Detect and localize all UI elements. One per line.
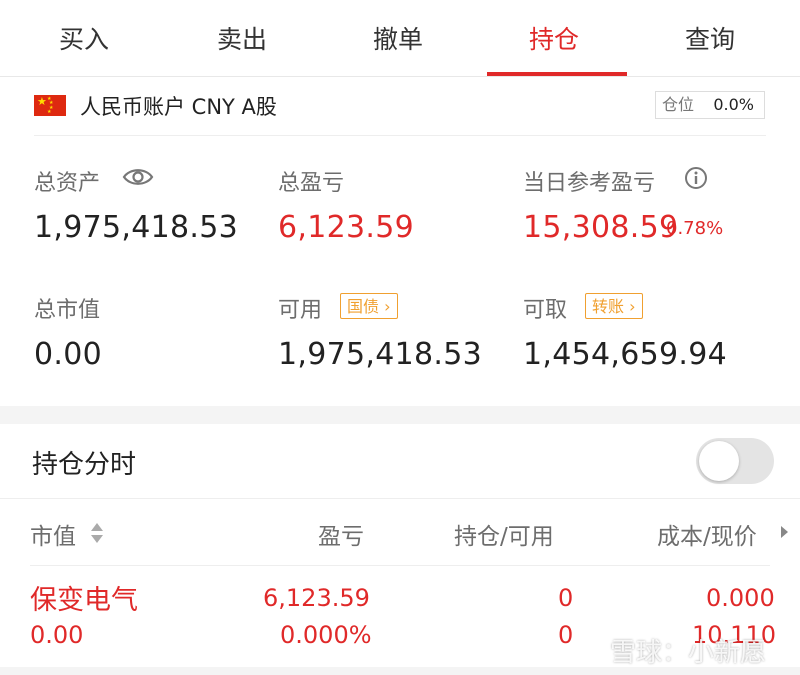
eye-icon[interactable] <box>122 165 154 189</box>
account-name: 人民币账户 CNY A股 <box>80 95 277 119</box>
treasury-bond-tag[interactable]: 国债 › <box>340 293 398 319</box>
stock-cost: 0.000 <box>706 584 775 612</box>
column-header-cost-price: 成本/现价 <box>657 524 757 550</box>
tab-cancel[interactable]: 撤单 <box>318 0 478 76</box>
daily-pnl-value: 15,308.59 <box>523 210 679 245</box>
withdrawable-label: 可取 <box>523 298 568 323</box>
chevron-right-icon: › <box>629 297 636 316</box>
daily-pnl-label: 当日参考盈亏 <box>523 171 656 196</box>
stock-available: 0 <box>558 621 574 649</box>
tab-query[interactable]: 查询 <box>630 0 790 76</box>
tab-holdings-label: 持仓 <box>528 25 579 54</box>
market-value-value: 0.00 <box>34 337 102 372</box>
account-summary: ★ ★ ★ ★ ★ 人民币账户 CNY A股 仓位 0.0% 总资产 1,975… <box>0 77 800 406</box>
transfer-tag[interactable]: 转账 › <box>585 293 643 319</box>
info-icon[interactable] <box>684 166 708 190</box>
position-ratio-value: 0.0% <box>713 95 754 114</box>
active-tab-indicator <box>487 72 627 76</box>
scroll-right-icon[interactable] <box>781 526 788 538</box>
stock-market-value: 0.00 <box>30 621 84 649</box>
total-pnl-label: 总盈亏 <box>278 171 345 196</box>
available-value: 1,975,418.53 <box>278 337 482 372</box>
stock-pnl: 6,123.59 <box>263 584 370 612</box>
market-value-label: 总市值 <box>34 298 101 323</box>
tab-buy[interactable]: 买入 <box>4 0 164 76</box>
holdings-intraday-toggle[interactable] <box>696 438 774 484</box>
watermark: 雪球：小新愿 <box>610 638 767 668</box>
trade-tab-bar: 买入 卖出 撤单 持仓 查询 <box>0 0 800 77</box>
daily-pnl-percent: 0.78% <box>666 218 724 239</box>
total-assets-label: 总资产 <box>34 171 101 196</box>
transfer-tag-label: 转账 <box>592 297 625 316</box>
china-flag-icon: ★ ★ ★ ★ ★ <box>34 95 66 116</box>
total-assets-value: 1,975,418.53 <box>34 210 238 245</box>
treasury-bond-tag-label: 国债 <box>347 297 380 316</box>
column-header-market-value[interactable]: 市值 <box>30 517 76 551</box>
stock-name: 保变电气 <box>30 585 138 616</box>
total-pnl-value: 6,123.59 <box>278 210 414 245</box>
position-ratio-label: 仓位 <box>662 95 695 114</box>
position-ratio-box: 仓位 0.0% <box>655 91 765 119</box>
toggle-knob <box>699 441 739 481</box>
divider <box>34 135 766 136</box>
stock-pnl-percent: 0.000% <box>280 621 372 649</box>
withdrawable-value: 1,454,659.94 <box>523 337 727 372</box>
column-header-position-available: 持仓/可用 <box>454 524 554 550</box>
chevron-right-icon: › <box>384 297 391 316</box>
sort-icon[interactable] <box>90 520 104 546</box>
tab-sell[interactable]: 卖出 <box>162 0 322 76</box>
divider <box>30 565 770 566</box>
column-header-pnl: 盈亏 <box>318 524 364 550</box>
holdings-intraday-title: 持仓分时 <box>32 450 137 480</box>
divider <box>0 498 800 499</box>
available-label: 可用 <box>278 298 323 323</box>
stock-position: 0 <box>558 584 574 612</box>
tab-holdings[interactable]: 持仓 <box>474 0 634 76</box>
